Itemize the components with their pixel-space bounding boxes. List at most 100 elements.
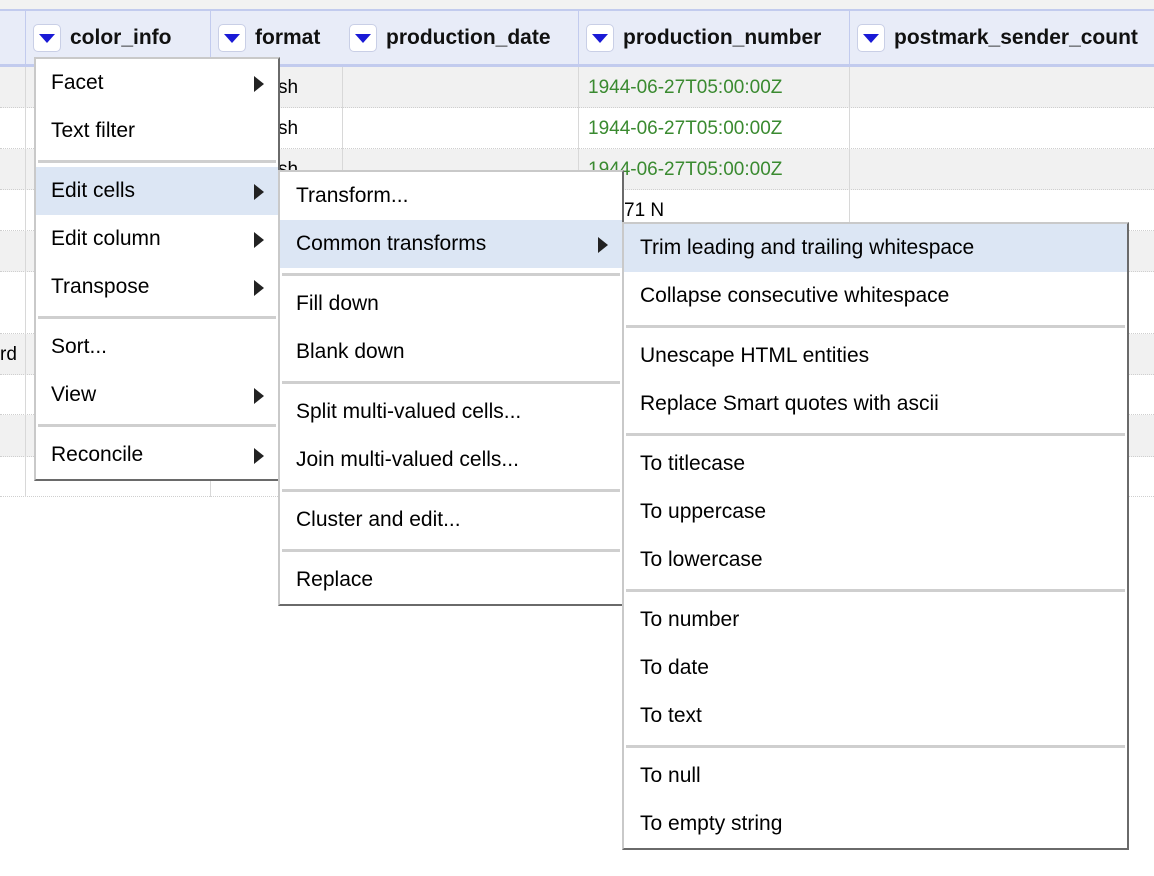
column-dropdown-button[interactable] bbox=[586, 23, 614, 52]
cell-partial: rd bbox=[0, 344, 17, 365]
menu-item-label: Facet bbox=[51, 71, 104, 94]
menu-item-label: To null bbox=[640, 764, 701, 787]
menu-item-to-text[interactable]: To text bbox=[624, 692, 1127, 740]
common-transforms-submenu: Trim leading and trailing whitespace Col… bbox=[622, 222, 1129, 850]
menu-separator bbox=[280, 268, 622, 280]
menu-item-label: To lowercase bbox=[640, 548, 763, 571]
menu-item-label: To titlecase bbox=[640, 452, 746, 475]
column-dropdown-button[interactable] bbox=[218, 23, 246, 52]
column-divider bbox=[849, 67, 850, 231]
menu-item-transform[interactable]: Transform... bbox=[280, 172, 622, 220]
menu-separator bbox=[280, 484, 622, 496]
menu-item-label: Sort... bbox=[51, 335, 108, 358]
menu-item-trim-whitespace[interactable]: Trim leading and trailing whitespace bbox=[624, 224, 1127, 272]
menu-item-replace[interactable]: Replace bbox=[280, 556, 622, 604]
menu-item-reconcile[interactable]: Reconcile bbox=[36, 431, 278, 479]
menu-item-fill-down[interactable]: Fill down bbox=[280, 280, 622, 328]
menu-separator bbox=[36, 311, 278, 323]
cell-format: sh bbox=[278, 159, 299, 170]
menu-item-unescape-html[interactable]: Unescape HTML entities bbox=[624, 332, 1127, 380]
menu-item-label: Transpose bbox=[51, 275, 150, 298]
menu-item-label: Transform... bbox=[296, 184, 409, 207]
menu-item-to-date[interactable]: To date bbox=[624, 644, 1127, 692]
menu-item-label: Collapse consecutive whitespace bbox=[640, 284, 950, 307]
cell-format: sh bbox=[278, 77, 299, 98]
cell-production-number: 1944-06-27T05:00:00Z bbox=[588, 118, 783, 139]
menu-item-split-multi-valued[interactable]: Split multi-valued cells... bbox=[280, 388, 622, 436]
menu-item-to-uppercase[interactable]: To uppercase bbox=[624, 488, 1127, 536]
menu-item-label: Unescape HTML entities bbox=[640, 344, 870, 367]
menu-item-label: Edit column bbox=[51, 227, 161, 250]
menu-item-to-titlecase[interactable]: To titlecase bbox=[624, 440, 1127, 488]
menu-item-collapse-whitespace[interactable]: Collapse consecutive whitespace bbox=[624, 272, 1127, 320]
menu-item-label: Replace bbox=[296, 568, 374, 591]
menu-item-label: To text bbox=[640, 704, 702, 727]
menu-item-blank-down[interactable]: Blank down bbox=[280, 328, 622, 376]
cell-format: sh bbox=[278, 118, 299, 139]
submenu-arrow-icon bbox=[254, 280, 264, 296]
dropdown-arrow-icon bbox=[863, 34, 879, 43]
dropdown-arrow-icon bbox=[39, 34, 55, 43]
menu-item-facet[interactable]: Facet bbox=[36, 59, 278, 107]
menu-separator bbox=[624, 428, 1127, 440]
menu-item-transpose[interactable]: Transpose bbox=[36, 263, 278, 311]
menu-item-label: Common transforms bbox=[296, 232, 487, 255]
menu-item-label: To empty string bbox=[640, 812, 783, 835]
menu-item-to-null[interactable]: To null bbox=[624, 752, 1127, 800]
column-divider bbox=[25, 67, 26, 497]
menu-item-join-multi-valued[interactable]: Join multi-valued cells... bbox=[280, 436, 622, 484]
menu-item-label: View bbox=[51, 383, 97, 406]
column-context-menu: Facet Text filter Edit cells Edit column… bbox=[34, 57, 280, 481]
menu-item-edit-cells[interactable]: Edit cells bbox=[36, 167, 278, 215]
submenu-arrow-icon bbox=[598, 237, 608, 253]
submenu-arrow-icon bbox=[254, 232, 264, 248]
submenu-arrow-icon bbox=[254, 448, 264, 464]
menu-item-label: Blank down bbox=[296, 340, 405, 363]
menu-item-label: To uppercase bbox=[640, 500, 767, 523]
menu-separator bbox=[624, 320, 1127, 332]
menu-separator bbox=[36, 419, 278, 431]
submenu-arrow-icon bbox=[254, 76, 264, 92]
column-name: color_info bbox=[70, 25, 172, 49]
header-top-strip bbox=[0, 0, 1154, 9]
column-header-production-date[interactable]: production_date bbox=[342, 11, 578, 64]
menu-separator bbox=[280, 376, 622, 388]
edit-cells-submenu: Transform... Common transforms Fill down… bbox=[278, 170, 624, 606]
menu-item-view[interactable]: View bbox=[36, 371, 278, 419]
submenu-arrow-icon bbox=[254, 184, 264, 200]
cell-production-number: 1944-06-27T05:00:00Z bbox=[588, 77, 783, 98]
menu-item-edit-column[interactable]: Edit column bbox=[36, 215, 278, 263]
menu-item-cluster-and-edit[interactable]: Cluster and edit... bbox=[280, 496, 622, 544]
menu-item-label: Replace Smart quotes with ascii bbox=[640, 392, 939, 415]
column-name: production_number bbox=[623, 25, 822, 49]
menu-item-label: Edit cells bbox=[51, 179, 136, 202]
menu-item-replace-smart-quotes[interactable]: Replace Smart quotes with ascii bbox=[624, 380, 1127, 428]
column-header-production-number[interactable]: production_number bbox=[578, 11, 849, 64]
menu-item-label: Trim leading and trailing whitespace bbox=[640, 236, 975, 259]
menu-item-label: Cluster and edit... bbox=[296, 508, 461, 531]
dropdown-arrow-icon bbox=[592, 34, 608, 43]
menu-item-common-transforms[interactable]: Common transforms bbox=[280, 220, 622, 268]
column-name: production_date bbox=[386, 25, 551, 49]
menu-item-label: Fill down bbox=[296, 292, 379, 315]
dropdown-arrow-icon bbox=[224, 34, 240, 43]
column-dropdown-button[interactable] bbox=[349, 23, 377, 52]
menu-item-to-number[interactable]: To number bbox=[624, 596, 1127, 644]
column-name: postmark_sender_count bbox=[894, 25, 1138, 49]
menu-item-label: Reconcile bbox=[51, 443, 144, 466]
menu-item-label: To number bbox=[640, 608, 740, 631]
column-name: format bbox=[255, 25, 321, 49]
menu-item-sort[interactable]: Sort... bbox=[36, 323, 278, 371]
menu-item-to-lowercase[interactable]: To lowercase bbox=[624, 536, 1127, 584]
menu-item-label: Join multi-valued cells... bbox=[296, 448, 519, 471]
column-header-leading bbox=[0, 11, 25, 64]
column-dropdown-button[interactable] bbox=[857, 23, 885, 52]
menu-item-text-filter[interactable]: Text filter bbox=[36, 107, 278, 155]
column-dropdown-button[interactable] bbox=[33, 23, 61, 52]
menu-item-to-empty-string[interactable]: To empty string bbox=[624, 800, 1127, 848]
column-header-postmark-sender-count[interactable]: postmark_sender_count bbox=[849, 11, 1154, 64]
menu-item-label: Split multi-valued cells... bbox=[296, 400, 522, 423]
menu-item-label: To date bbox=[640, 656, 709, 679]
menu-item-label: Text filter bbox=[51, 119, 136, 142]
menu-separator bbox=[36, 155, 278, 167]
